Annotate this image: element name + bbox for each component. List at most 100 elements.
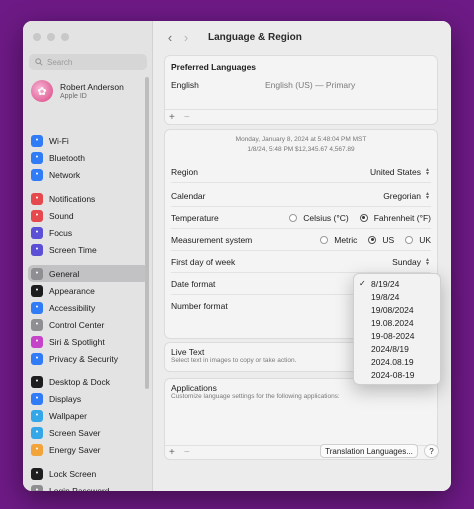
sidebar-item-displays[interactable]: • Displays: [28, 390, 148, 407]
checkmark-icon: ✓: [359, 279, 366, 288]
sidebar-group: • Desktop & Dock • Displays • Wallpaper • Scree…: [28, 373, 148, 458]
calendar-label: Calendar: [171, 190, 206, 201]
zoom-window-button[interactable]: [61, 33, 69, 41]
uk-label: UK: [419, 234, 431, 245]
sidebar-item-privacy-security[interactable]: • Privacy & Security: [28, 350, 148, 367]
date-format-option[interactable]: 19-08-2024: [354, 329, 440, 342]
hourglass-icon: •: [31, 243, 43, 256]
language-list-controls: + −: [169, 112, 190, 123]
metric-label: Metric: [334, 234, 358, 245]
date-format-option[interactable]: 2024/8/19: [354, 342, 440, 355]
sidebar-group: • General • Appearance • Accessibility • Contro…: [28, 265, 148, 367]
format-preview-line2: 1/8/24, 5:48 PM $12,345.67 4,567.89: [247, 146, 355, 153]
region-label: Region: [171, 166, 198, 177]
celsius-radio[interactable]: [289, 213, 298, 222]
date-format-option[interactable]: 19/8/24: [354, 290, 440, 303]
calendar-row: Calendar Gregorian ▴ ▾: [171, 185, 431, 207]
minimize-window-button[interactable]: [47, 33, 55, 41]
bell-icon: •: [31, 192, 43, 205]
fahrenheit-label: Fahrenheit (°F): [373, 212, 431, 223]
sidebar-item-lock-screen[interactable]: • Lock Screen: [28, 465, 148, 482]
main-pane: ‹ › Language & Region Preferred Language…: [154, 21, 451, 491]
sidebar-item-general[interactable]: • General: [28, 265, 148, 282]
sidebar-item-siri-spotlight[interactable]: • Siri & Spotlight: [28, 333, 148, 350]
sidebar-item-energy-saver[interactable]: • Energy Saver: [28, 441, 148, 458]
sidebar-item-appearance[interactable]: • Appearance: [28, 282, 148, 299]
date-format-option[interactable]: 2024.08.19: [354, 355, 440, 368]
window-controls: [33, 33, 69, 41]
sidebar-item-label: Screen Saver: [49, 427, 101, 438]
date-format-option-label: 2024.08.19: [371, 356, 414, 367]
back-button[interactable]: ‹: [162, 30, 178, 45]
uk-radio[interactable]: [405, 235, 414, 244]
sidebar-item-label: Privacy & Security: [49, 353, 118, 364]
region-select[interactable]: United States ▴ ▾: [370, 167, 431, 177]
fahrenheit-radio[interactable]: [359, 213, 368, 222]
sidebar-item-label: Lock Screen: [49, 468, 97, 479]
metric-radio[interactable]: [320, 235, 329, 244]
sidebar-item-label: Wi-Fi: [49, 135, 69, 146]
sidebar-item-bluetooth[interactable]: • Bluetooth: [28, 149, 148, 166]
remove-application-button[interactable]: −: [184, 447, 190, 458]
date-format-option-label: 19/8/24: [371, 291, 400, 302]
first-day-row: First day of week Sunday ▴ ▾: [171, 251, 431, 273]
sidebar-item-screen-saver[interactable]: • Screen Saver: [28, 424, 148, 441]
gear-icon: •: [31, 267, 43, 280]
calendar-select[interactable]: Gregorian ▴ ▾: [383, 191, 431, 201]
date-format-option-label: 19.08.2024: [371, 317, 414, 328]
forward-button[interactable]: ›: [178, 30, 194, 45]
add-application-button[interactable]: +: [169, 447, 175, 458]
sidebar-item-label: Focus: [49, 227, 73, 238]
sidebar-item-desktop-dock[interactable]: • Desktop & Dock: [28, 373, 148, 390]
sidebar-item-screen-time[interactable]: • Screen Time: [28, 241, 148, 258]
add-language-button[interactable]: +: [169, 112, 175, 123]
close-window-button[interactable]: [33, 33, 41, 41]
sidebar-item-wi-fi[interactable]: • Wi-Fi: [28, 132, 148, 149]
date-format-option-label: 19/08/2024: [371, 304, 414, 315]
hand-icon: •: [31, 352, 43, 365]
format-preview-line1: Monday, January 8, 2024 at 5:48:04 PM MS…: [235, 136, 367, 143]
sidebar-item-notifications[interactable]: • Notifications: [28, 190, 148, 207]
translation-languages-button[interactable]: Translation Languages...: [320, 444, 418, 458]
sidebar-item-network[interactable]: • Network: [28, 166, 148, 183]
moon-icon: •: [31, 226, 43, 239]
sidebar-item-control-center[interactable]: • Control Center: [28, 316, 148, 333]
sidebar-item-sound[interactable]: • Sound: [28, 207, 148, 224]
sidebar-item-accessibility[interactable]: • Accessibility: [28, 299, 148, 316]
help-button[interactable]: ?: [424, 444, 439, 458]
format-preview: Monday, January 8, 2024 at 5:48:04 PM MS…: [165, 130, 437, 155]
remove-language-button[interactable]: −: [184, 112, 190, 123]
language-name: English: [171, 80, 199, 90]
sidebar-item-wallpaper[interactable]: • Wallpaper: [28, 407, 148, 424]
sidebar-item-label: Notifications: [49, 193, 96, 204]
sidebar-item-login-password[interactable]: • Login Password: [28, 482, 148, 491]
apple-id-account[interactable]: ✿ Robert Anderson Apple ID: [31, 80, 124, 102]
temperature-options: Celsius (°C) Fahrenheit (°F): [281, 213, 431, 223]
updown-chevron-icon: ▴ ▾: [425, 190, 429, 201]
language-row[interactable]: English English (US) — Primary: [165, 72, 437, 90]
search-icon: [35, 58, 43, 66]
us-radio[interactable]: [368, 235, 377, 244]
sidebar-scrollbar[interactable]: [145, 77, 149, 389]
search-field[interactable]: Search: [29, 54, 147, 70]
wallpaper-icon: •: [31, 409, 43, 422]
search-placeholder: Search: [47, 57, 73, 67]
date-format-option[interactable]: ✓ 8/19/24: [354, 277, 440, 290]
battery-icon: •: [31, 443, 43, 456]
siri-icon: •: [31, 335, 43, 348]
date-format-option[interactable]: 2024-08-19: [354, 368, 440, 381]
divider: [165, 109, 437, 110]
first-day-select[interactable]: Sunday ▴ ▾: [392, 257, 431, 267]
date-format-option[interactable]: 19/08/2024: [354, 303, 440, 316]
preferred-languages-heading: Preferred Languages: [171, 62, 257, 72]
wifi-icon: •: [31, 134, 43, 147]
measurement-label: Measurement system: [171, 234, 253, 245]
date-format-option-label: 2024/8/19: [371, 343, 409, 354]
sidebar: Search ✿ Robert Anderson Apple ID • Wi-Fi…: [23, 21, 153, 491]
title-bar: ‹ › Language & Region: [154, 21, 451, 53]
sidebar-group: • Notifications • Sound • Focus • Screen Time: [28, 190, 148, 258]
sidebar-item-label: Network: [49, 169, 81, 180]
date-format-option[interactable]: 19.08.2024: [354, 316, 440, 329]
sidebar-item-focus[interactable]: • Focus: [28, 224, 148, 241]
user-subtitle: Apple ID: [60, 93, 87, 100]
